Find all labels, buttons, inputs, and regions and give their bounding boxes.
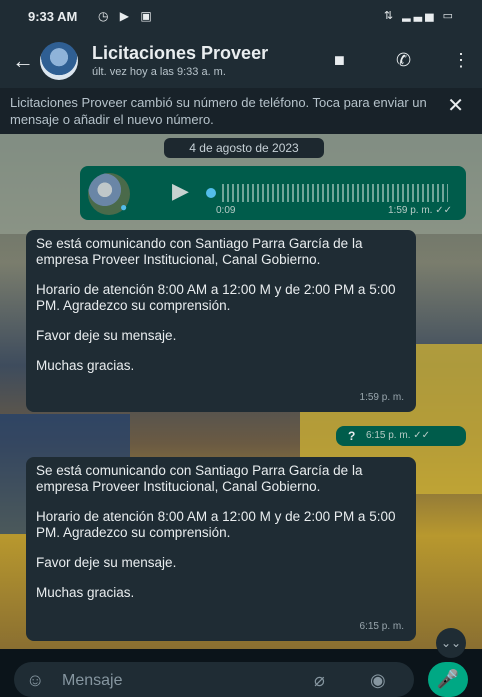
message-time: 6:15 p. m. ✓✓	[366, 430, 431, 441]
playback-handle[interactable]	[206, 188, 216, 198]
last-seen: últ. vez hoy a las 9:33 a. m.	[92, 66, 226, 78]
contact-avatar[interactable]	[40, 42, 78, 80]
message-paragraph: Favor deje su mensaje.	[36, 555, 177, 570]
notification-icons: ◷ ▶ ▣	[98, 9, 156, 23]
message-time: 1:59 p. m.	[359, 392, 404, 403]
incoming-message[interactable]: Se está comunicando con Santiago Parra G…	[26, 230, 416, 412]
play-icon[interactable]: ▶	[172, 178, 189, 204]
voice-duration: 0:09	[216, 205, 236, 216]
camera-icon[interactable]: ◉	[370, 670, 386, 691]
emoji-icon[interactable]: ☺	[26, 670, 44, 691]
outgoing-message[interactable]: ? 6:15 p. m. ✓✓	[336, 426, 466, 446]
close-icon[interactable]: ✕	[447, 96, 464, 116]
incoming-message[interactable]: Se está comunicando con Santiago Parra G…	[26, 457, 416, 641]
message-paragraph: Se está comunicando con Santiago Parra G…	[36, 463, 363, 494]
chat-header: ← Licitaciones Proveer últ. vez hoy a la…	[0, 34, 482, 88]
message-input[interactable]: Mensaje	[62, 672, 122, 690]
status-bar: 9:33 AM ◷ ▶ ▣ ⇅ ▂▃▅ ▭	[0, 0, 482, 34]
scroll-down-button[interactable]: ⌄⌄	[436, 628, 466, 658]
message-paragraph: Se está comunicando con Santiago Parra G…	[36, 236, 363, 267]
message-composer[interactable]: ☺ Mensaje ⌀ ◉	[14, 662, 414, 697]
banner-text: Licitaciones Proveer cambió su número de…	[10, 95, 427, 127]
voice-timestamp: 1:59 p. m. ✓✓	[387, 205, 452, 216]
voice-mic-icon: ●	[120, 200, 128, 214]
menu-icon[interactable]: ⋮	[452, 50, 470, 71]
message-paragraph: Horario de atención 8:00 AM a 12:00 M y …	[36, 282, 396, 313]
chat-screen: 9:33 AM ◷ ▶ ▣ ⇅ ▂▃▅ ▭ ← Licitaciones Pro…	[0, 0, 482, 697]
date-separator: 4 de agosto de 2023	[164, 138, 324, 158]
contact-name[interactable]: Licitaciones Proveer	[92, 43, 268, 64]
voice-waveform[interactable]	[222, 184, 448, 202]
mic-button[interactable]: 🎤	[428, 662, 468, 697]
attach-icon[interactable]: ⌀	[314, 670, 325, 691]
message-paragraph: Horario de atención 8:00 AM a 12:00 M y …	[36, 509, 396, 540]
system-icons: ⇅ ▂▃▅ ▭	[383, 10, 456, 22]
message-paragraph: Muchas gracias.	[36, 585, 135, 600]
status-time: 9:33 AM	[28, 9, 78, 24]
message-text: ?	[348, 429, 356, 443]
message-paragraph: Muchas gracias.	[36, 358, 135, 373]
number-change-banner[interactable]: Licitaciones Proveer cambió su número de…	[0, 88, 482, 134]
phone-call-icon[interactable]: ✆	[396, 50, 411, 71]
voice-message-bubble[interactable]: ● ▶ 0:09 1:59 p. m. ✓✓	[80, 166, 466, 220]
message-time: 6:15 p. m.	[359, 621, 404, 632]
back-arrow-icon[interactable]: ←	[12, 48, 34, 74]
video-call-icon[interactable]: ■	[334, 50, 345, 71]
message-paragraph: Favor deje su mensaje.	[36, 328, 177, 343]
